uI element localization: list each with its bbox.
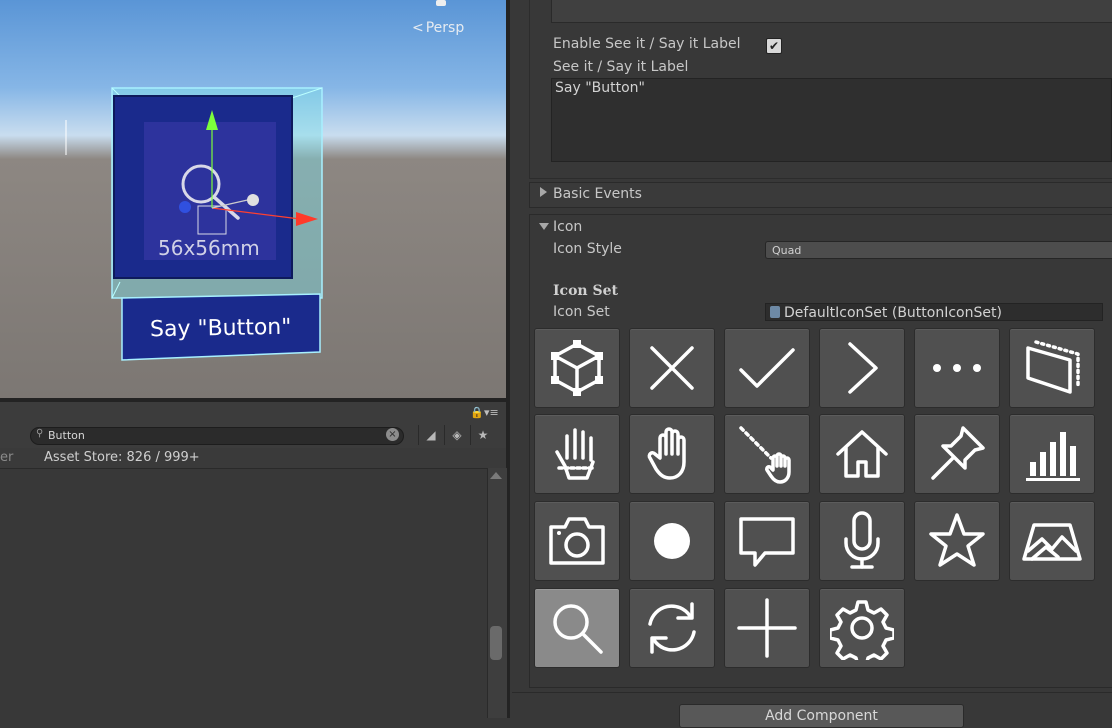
gear-icon — [830, 600, 894, 660]
icon-set-field[interactable]: DefaultIconSet (ButtonIconSet) — [765, 303, 1103, 321]
search-icon: ⚲ — [36, 428, 44, 439]
icon-section-label[interactable]: Icon — [553, 219, 582, 235]
scroll-thumb[interactable] — [490, 626, 502, 660]
view-mode-label[interactable]: < Persp — [412, 20, 464, 36]
asset-store-count[interactable]: Asset Store: 826 / 999+ — [44, 450, 200, 465]
plus-icon — [737, 598, 797, 658]
icon-tile-home[interactable] — [819, 414, 905, 494]
icon-tile-plus[interactable] — [724, 588, 810, 668]
bar-chart-icon — [1026, 432, 1080, 481]
icon-tile-speech[interactable] — [724, 501, 810, 581]
star-icon — [929, 513, 985, 567]
icon-set-label: Icon Set — [553, 304, 610, 320]
hand-joints-icon — [555, 428, 597, 480]
icon-tile-check[interactable] — [724, 328, 810, 408]
icon-style-dropdown[interactable]: Quad — [765, 241, 1112, 259]
chevron-right-icon — [848, 342, 878, 394]
icon-tile-search[interactable] — [534, 588, 620, 668]
filter-by-type-icon[interactable]: ◢ — [418, 425, 443, 445]
speech-bubble-icon — [739, 517, 795, 567]
camera-icon — [549, 517, 605, 565]
icon-tile-record[interactable] — [629, 501, 715, 581]
microphone-icon — [844, 511, 880, 569]
chevron-right-icon[interactable] — [540, 187, 547, 197]
search-icon — [553, 604, 603, 654]
size-label: 56x56mm — [158, 236, 260, 260]
chevron-down-icon[interactable] — [539, 223, 549, 230]
see-it-label-title: See it / Say it Label — [553, 59, 689, 75]
record-icon — [654, 523, 690, 559]
top-field[interactable] — [551, 0, 1112, 23]
icon-tile-mic[interactable] — [819, 501, 905, 581]
icon-tile-hand[interactable] — [629, 414, 715, 494]
menu-icon[interactable]: ▾≡ — [484, 406, 499, 419]
icon-tile-refresh[interactable] — [629, 588, 715, 668]
icon-tile-more[interactable] — [914, 328, 1000, 408]
chevron-left-icon: < — [412, 20, 424, 36]
home-icon — [836, 430, 888, 478]
scriptable-object-icon — [770, 306, 780, 318]
asset-prefix: er — [0, 450, 14, 465]
hand-icon — [647, 427, 686, 480]
checkmark-icon — [739, 348, 795, 388]
icon-tile-close[interactable] — [629, 328, 715, 408]
divider — [512, 692, 1112, 693]
map-icon — [1022, 523, 1082, 561]
icon-tile-chevron[interactable] — [819, 328, 905, 408]
icon-tile-star[interactable] — [914, 501, 1000, 581]
icon-tile-cube[interactable] — [534, 328, 620, 408]
button-label: Say "Button" — [149, 314, 292, 343]
icon-tile-hand-ray[interactable] — [724, 414, 810, 494]
hand-ray-icon — [739, 426, 791, 484]
project-tab-bar — [0, 402, 506, 424]
icon-tile-bar-chart[interactable] — [1009, 414, 1095, 494]
lock-icon[interactable]: 🔒 — [470, 406, 484, 419]
icon-tile-map[interactable] — [1009, 501, 1095, 581]
icon-tile-slate[interactable] — [1009, 328, 1095, 408]
enable-see-it-label: Enable See it / Say it Label — [553, 36, 741, 52]
icon-tile-pin[interactable] — [914, 414, 1000, 494]
clear-search-icon[interactable]: × — [386, 428, 399, 441]
search-input[interactable] — [48, 428, 378, 442]
scene-view[interactable]: 56x56mm Say "Button" < Persp — [0, 0, 506, 398]
enable-see-it-checkbox[interactable]: ✔ — [766, 38, 782, 54]
refresh-icon — [648, 602, 696, 654]
icon-tile-camera[interactable] — [534, 501, 620, 581]
cube-icon — [551, 340, 603, 396]
icon-tile-gear[interactable] — [819, 588, 905, 668]
favorites-icon[interactable]: ★ — [470, 425, 495, 445]
basic-events-label[interactable]: Basic Events — [553, 186, 642, 202]
scroll-up-icon[interactable] — [490, 472, 502, 479]
icon-set-header: Icon Set — [553, 283, 618, 299]
icon-style-label: Icon Style — [553, 241, 622, 257]
see-it-label-textarea[interactable]: Say "Button" — [551, 78, 1112, 162]
more-icon — [933, 364, 981, 372]
add-component-button[interactable]: Add Component — [679, 704, 964, 728]
slate-icon — [1026, 340, 1080, 394]
pin-icon — [931, 426, 985, 480]
icon-tile-hand-joints[interactable] — [534, 414, 620, 494]
filter-by-label-icon[interactable]: ◈ — [444, 425, 469, 445]
close-icon — [650, 346, 694, 390]
project-scrollbar[interactable] — [487, 468, 507, 718]
scene-gizmo-icon[interactable] — [436, 0, 446, 6]
